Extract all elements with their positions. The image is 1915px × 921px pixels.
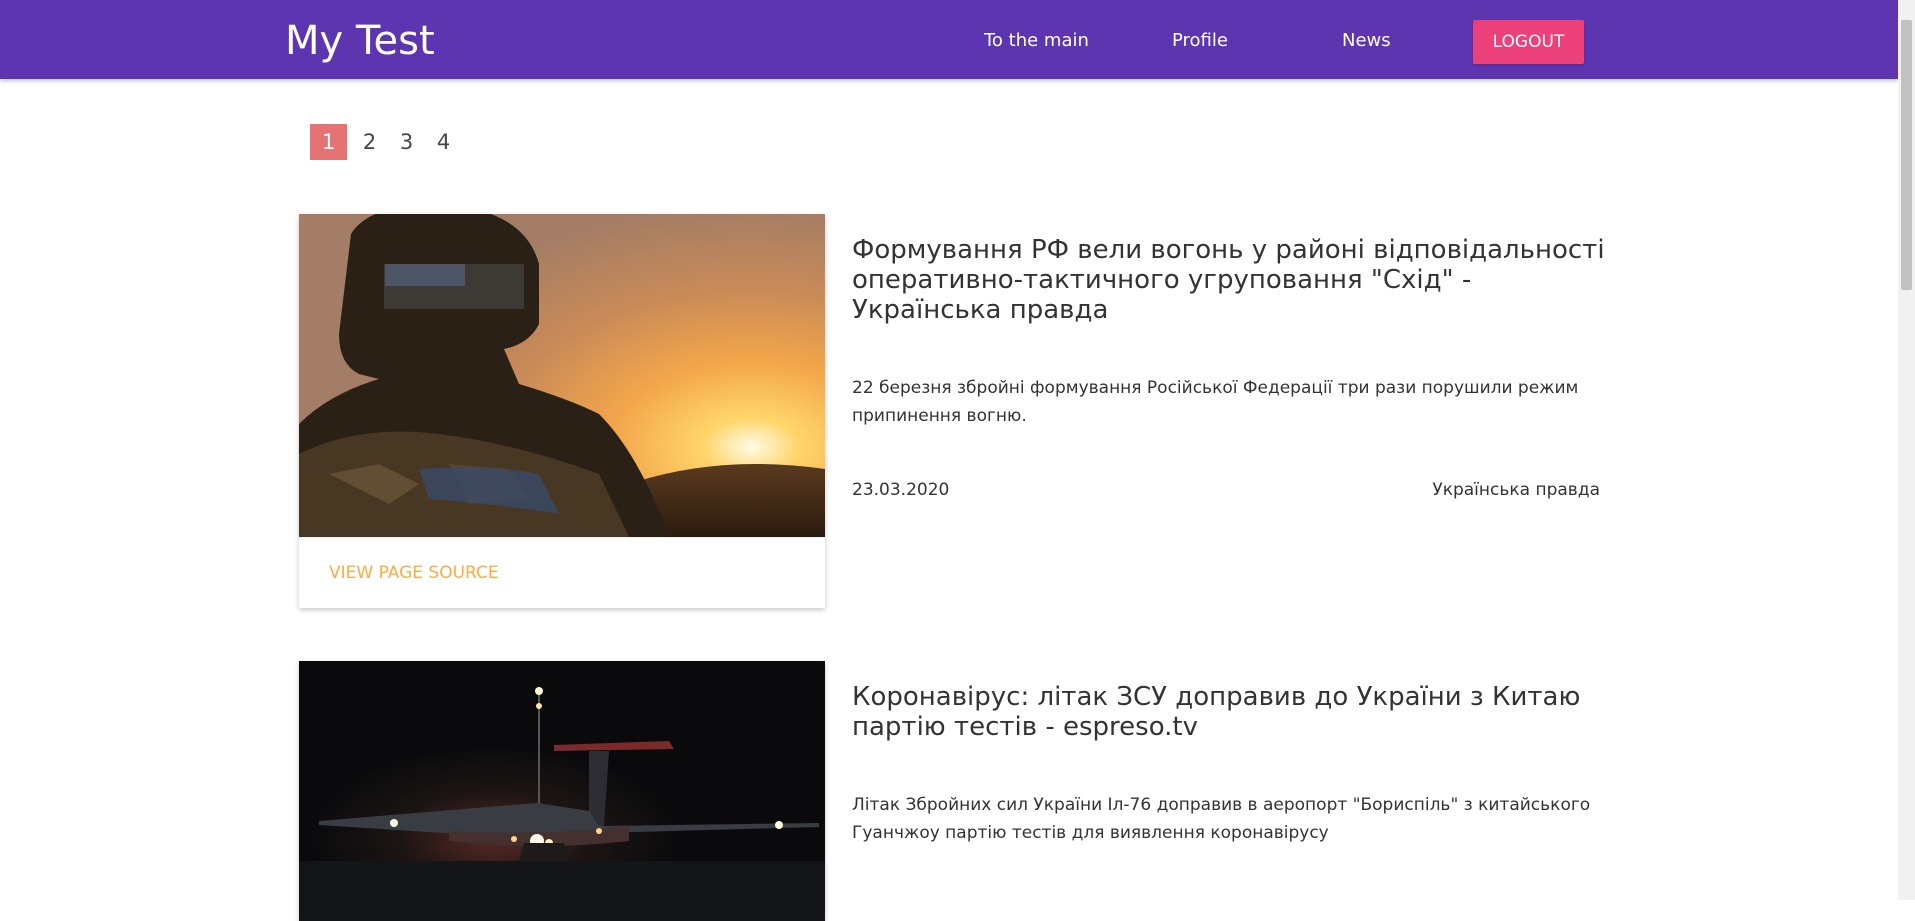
article-title[interactable]: Формування РФ вели вогонь у районі відпо… bbox=[852, 235, 1612, 325]
card-action-bar: VIEW PAGE SOURCE bbox=[299, 537, 825, 608]
article-card: VIEW PAGE SOURCE bbox=[299, 214, 825, 608]
page-3-link[interactable]: 3 bbox=[392, 124, 421, 160]
article-description: Літак Збройних сил України Іл-76 доправи… bbox=[852, 795, 1591, 843]
nav-link-profile[interactable]: Profile bbox=[1172, 30, 1228, 51]
view-page-source-link[interactable]: VIEW PAGE SOURCE bbox=[329, 563, 499, 583]
nav-link-news[interactable]: News bbox=[1342, 30, 1391, 51]
article-meta: 23.03.2020 Українська правда bbox=[852, 480, 1600, 500]
pagination: 1 2 3 4 bbox=[310, 124, 466, 160]
brand-logo[interactable]: My Test bbox=[285, 18, 435, 64]
page-scrollbar[interactable] bbox=[1898, 0, 1915, 900]
article-title[interactable]: Коронавірус: літак ЗСУ доправив до Украї… bbox=[852, 682, 1612, 742]
logout-button[interactable]: LOGOUT bbox=[1473, 20, 1584, 64]
article-card bbox=[299, 661, 825, 921]
top-navbar: My Test To the main Profile News LOGOUT bbox=[0, 0, 1898, 79]
page-4-link[interactable]: 4 bbox=[429, 124, 458, 160]
article-description: 22 березня збройні формування Російської… bbox=[852, 378, 1579, 426]
article-date: 23.03.2020 bbox=[852, 480, 950, 500]
page-1-link[interactable]: 1 bbox=[310, 124, 347, 160]
airplane-night-photo bbox=[299, 661, 825, 921]
article-source: Українська правда bbox=[1432, 480, 1600, 500]
soldier-sunset-photo bbox=[299, 214, 825, 537]
page-2-link[interactable]: 2 bbox=[355, 124, 384, 160]
scrollbar-thumb[interactable] bbox=[1901, 20, 1912, 290]
nav-link-main[interactable]: To the main bbox=[984, 30, 1089, 51]
